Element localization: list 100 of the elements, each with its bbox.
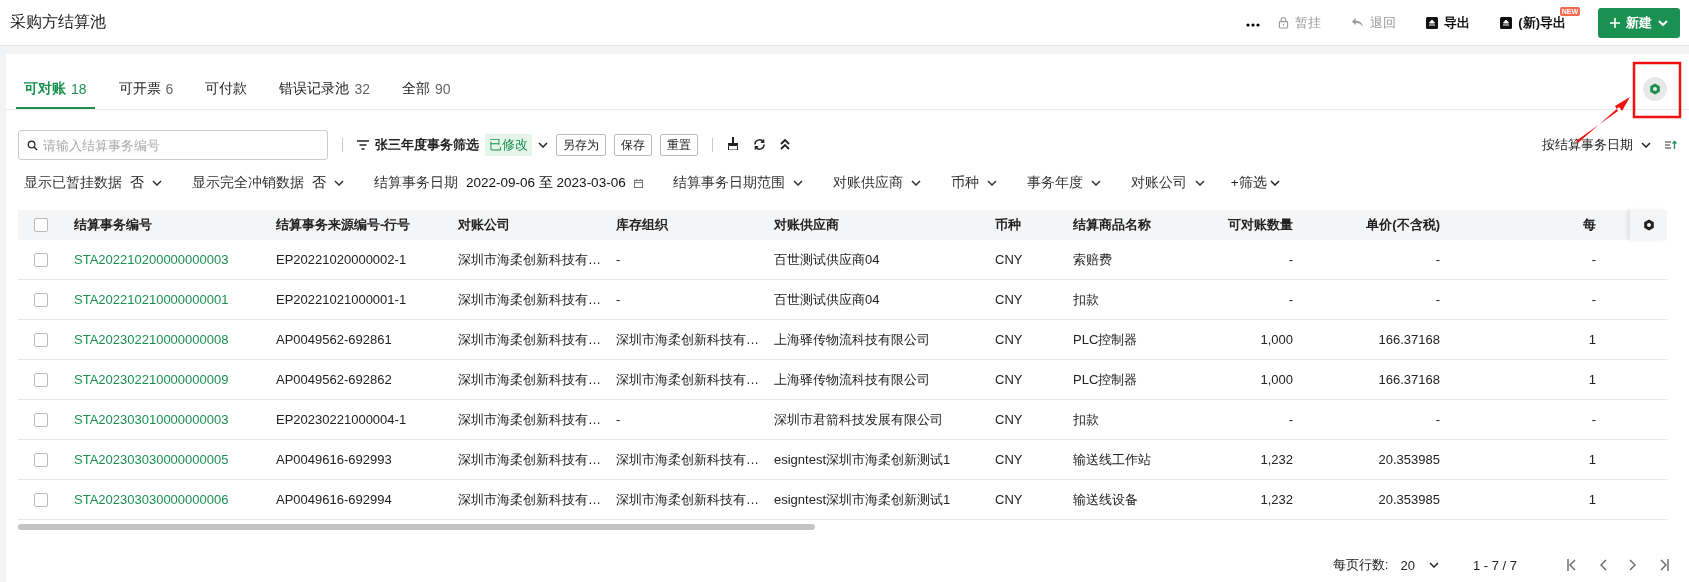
toolbar-action-button[interactable]: 导出 <box>1426 13 1471 32</box>
tab[interactable]: 可付款 <box>197 71 256 109</box>
table-cell-text: 深圳市海柔创新科技有… <box>457 370 602 389</box>
column-header: 库存组织 <box>615 216 669 234</box>
caret-icon <box>1641 142 1651 148</box>
filter-select[interactable]: 对账公司 <box>1130 174 1205 192</box>
page-size-select[interactable]: 20 <box>1400 557 1439 573</box>
table-cell-text: - <box>1590 412 1597 427</box>
record-link[interactable]: STA202210210000000001 <box>64 292 266 307</box>
sort-select[interactable]: 按结算事务日期 <box>1542 136 1651 154</box>
last-page-icon <box>1659 559 1669 571</box>
table-cell-text: 1,000 <box>1259 372 1294 387</box>
filter-select[interactable]: 显示已暂挂数据 否 <box>24 174 162 192</box>
table-cell-text: - <box>1590 292 1597 307</box>
previous-icon <box>1599 559 1607 571</box>
date-range-field[interactable]: 结算事务日期 2022-09-06 至 2023-03-06 <box>374 174 643 192</box>
table-cell-text: 1,232 <box>1259 452 1294 467</box>
add-filter-button[interactable]: +筛选 <box>1230 174 1280 192</box>
upload-icon <box>1426 16 1439 29</box>
next-page-button[interactable] <box>1629 559 1637 571</box>
checkbox[interactable] <box>34 252 48 267</box>
search-field[interactable]: 请输入结算事务编号 <box>18 130 328 160</box>
toolbar-button[interactable]: 另存为 <box>556 134 606 156</box>
checkbox[interactable] <box>34 332 48 347</box>
column-header: 对账公司 <box>457 216 511 234</box>
scrollbar-thumb[interactable] <box>18 524 815 530</box>
tab[interactable]: 错误记录池 32 <box>271 71 378 109</box>
table-cell-text: 深圳市海柔创新科技有… <box>615 330 760 349</box>
table-cell-text: 扣款 <box>1072 290 1100 309</box>
checkbox[interactable] <box>34 452 48 467</box>
checkbox[interactable] <box>34 412 48 427</box>
table-cell-text: 深圳市海柔创新科技有… <box>457 330 602 349</box>
table-cell-text: - <box>615 412 622 427</box>
checkbox[interactable] <box>34 372 48 387</box>
clear-button[interactable] <box>727 137 739 153</box>
table-cell-text: 输送线工作站 <box>1072 450 1152 469</box>
table-cell-text: PLC控制器 <box>1072 370 1139 389</box>
calendar-icon <box>633 178 643 188</box>
caret-icon <box>792 180 803 186</box>
rows-per-page-label: 每页行数: <box>1332 556 1389 574</box>
caret-icon <box>1428 562 1439 568</box>
record-link[interactable]: STA202303030000000005 <box>64 452 266 467</box>
toolbar-button[interactable]: 保存 <box>614 134 652 156</box>
previous-page-button[interactable] <box>1599 559 1607 571</box>
create-button[interactable]: 新建 <box>1598 7 1680 38</box>
last-page-button[interactable] <box>1659 559 1669 571</box>
tab[interactable]: 可开票 6 <box>110 71 182 109</box>
table-cell-text: - <box>1287 412 1294 427</box>
table-cell-text: 上海驿传物流科技有限公司 <box>773 370 931 389</box>
tab[interactable]: 全部 90 <box>393 71 459 109</box>
record-link[interactable]: STA202210200000000003 <box>64 252 266 267</box>
first-page-button[interactable] <box>1567 559 1577 571</box>
table-cell-text: 输送线设备 <box>1072 490 1139 509</box>
table-cell-text: EP20221020000002-1 <box>275 252 408 267</box>
filter-select[interactable]: 对账供应商 <box>832 174 921 192</box>
table-cell-text: CNY <box>994 252 1024 267</box>
filter-select[interactable]: 事务年度 <box>1026 174 1101 192</box>
filter-select[interactable]: 结算事务日期范围 <box>672 174 803 192</box>
table-cell-text: - <box>615 292 622 307</box>
table-cell-text: 深圳市海柔创新科技有… <box>457 410 602 429</box>
checkbox[interactable] <box>34 292 48 307</box>
table-cell-text: 扣款 <box>1072 410 1100 429</box>
column-header: 可对账数量 <box>1227 216 1294 234</box>
record-link[interactable]: STA202302210000000008 <box>64 332 266 347</box>
filter-select[interactable]: 显示完全冲销数据 否 <box>192 174 344 192</box>
record-link[interactable]: STA202303010000000003 <box>64 412 266 427</box>
brush-icon <box>727 137 739 150</box>
caret-icon <box>538 142 548 148</box>
filter-select[interactable]: 币种 <box>950 174 997 192</box>
column-header: 对账供应商 <box>773 216 840 234</box>
table-cell-text: 20.353985 <box>1377 452 1441 467</box>
table-cell-text: EP20230221000004-1 <box>275 412 408 427</box>
settings-button[interactable] <box>1643 77 1667 101</box>
tab[interactable]: 可对账 18 <box>16 71 95 109</box>
table-cell-text: 1 <box>1587 372 1597 387</box>
checkbox[interactable] <box>34 218 48 232</box>
table-cell-text: CNY <box>994 452 1024 467</box>
record-link[interactable]: STA202302210000000009 <box>64 372 266 387</box>
table-cell-text: 1 <box>1587 492 1597 507</box>
toolbar-action-button[interactable]: (新)导出 <box>1500 13 1566 32</box>
caret-icon <box>1194 180 1205 186</box>
table-cell-text: 深圳市海柔创新科技有… <box>615 450 760 469</box>
table-cell-text: 深圳市海柔创新科技有… <box>457 490 602 509</box>
caret-icon <box>986 180 997 186</box>
table-cell-text: - <box>615 252 622 267</box>
record-link[interactable]: STA202303030000000006 <box>64 492 266 507</box>
saved-view-select[interactable]: 张三年度事务筛选 已修改 <box>357 134 548 156</box>
table-cell-text: AP0049616-692993 <box>275 452 393 467</box>
status-tag: 已修改 <box>485 134 532 156</box>
toolbar-button[interactable]: 重置 <box>660 134 698 156</box>
highlight-frame <box>1632 61 1682 119</box>
refresh-icon <box>753 138 766 150</box>
table-cell-text: 深圳市君箭科技发展有限公司 <box>773 410 944 429</box>
refresh-button[interactable] <box>753 137 766 153</box>
table-cell-text: CNY <box>994 492 1024 507</box>
table-cell-text: 深圳市海柔创新科技有… <box>457 290 602 309</box>
table-cell-text: esigntest深圳市海柔创新测试1 <box>773 450 952 469</box>
table-cell-text: AP0049616-692994 <box>275 492 393 507</box>
caret-icon <box>1269 180 1280 186</box>
checkbox[interactable] <box>34 492 48 507</box>
